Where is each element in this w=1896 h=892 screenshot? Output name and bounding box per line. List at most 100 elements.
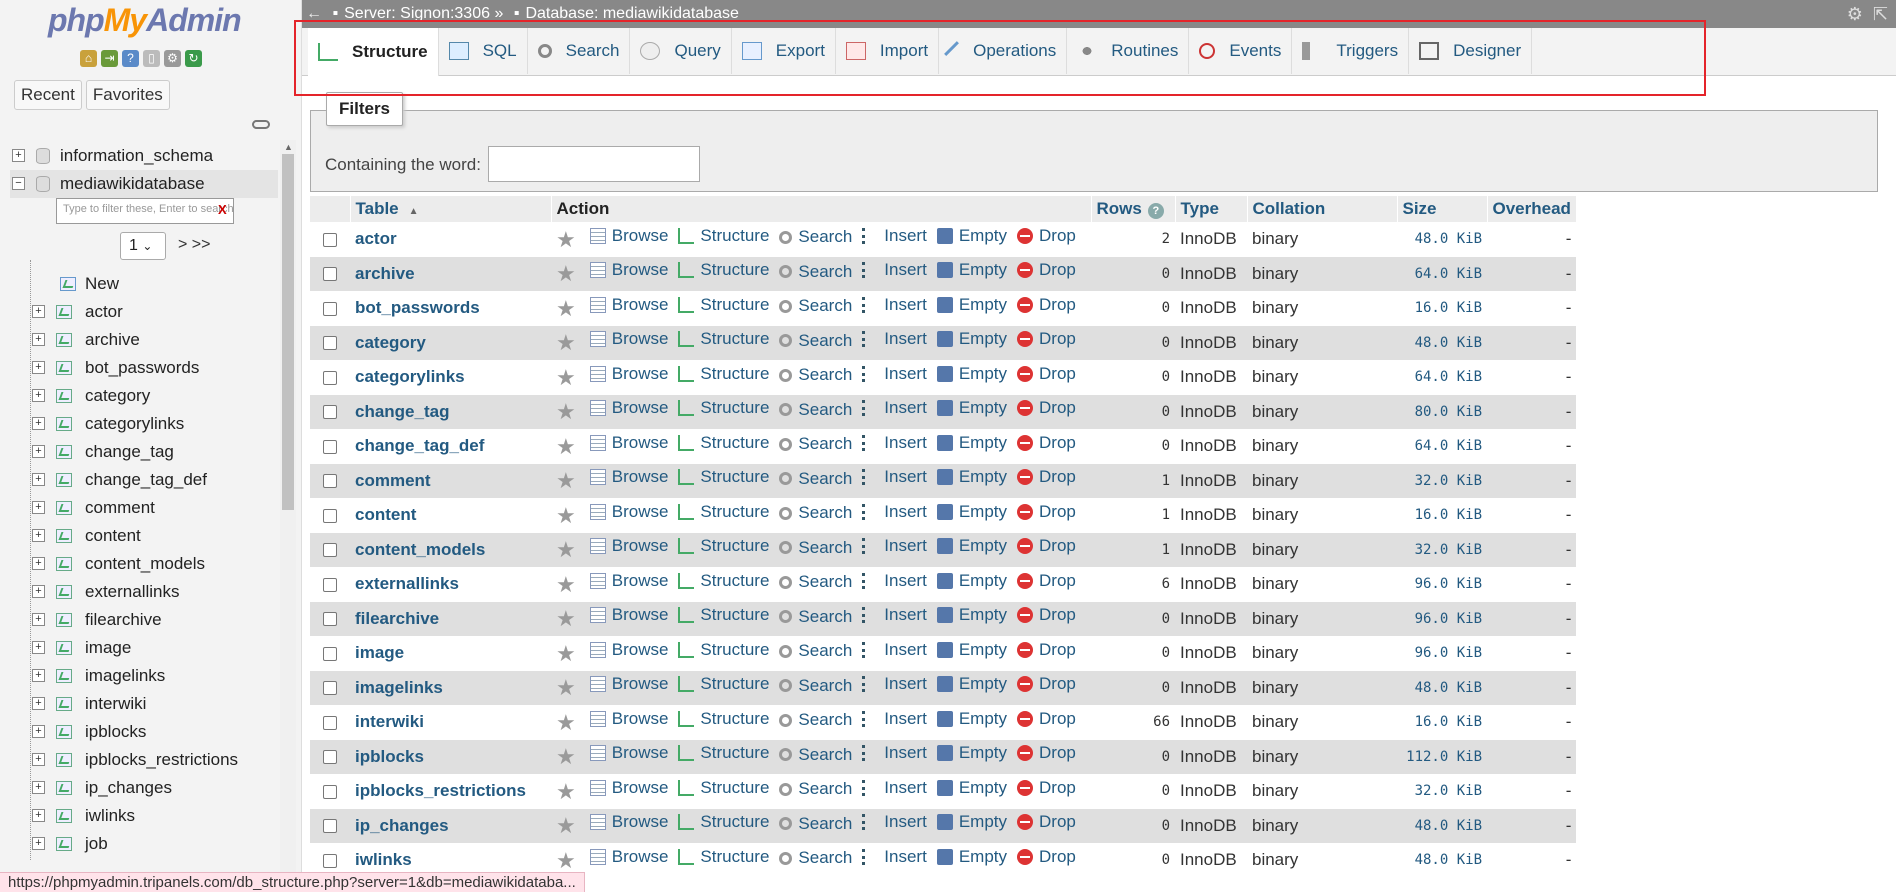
action-drop-link[interactable]: Drop (1017, 467, 1076, 487)
favorite-star-icon[interactable]: ★ (556, 434, 576, 459)
favorite-star-icon[interactable]: ★ (556, 503, 576, 528)
favorite-star-icon[interactable]: ★ (556, 296, 576, 321)
action-browse-link[interactable]: Browse (589, 433, 668, 453)
favorite-star-icon[interactable]: ★ (556, 572, 576, 597)
row-checkbox[interactable] (323, 474, 337, 489)
action-browse-link[interactable]: Browse (589, 502, 668, 522)
table-name-link[interactable]: content (350, 498, 551, 533)
collapse-top-icon[interactable]: ⇱ (1873, 4, 1888, 24)
size-value[interactable]: 64.0 KiB (1397, 429, 1487, 464)
header-size[interactable]: Size (1397, 196, 1488, 222)
tree-table-item[interactable]: + job (10, 830, 278, 858)
tab-query[interactable]: Query (630, 28, 732, 74)
tab-triggers[interactable]: Triggers (1292, 28, 1410, 74)
size-value[interactable]: 48.0 KiB (1397, 325, 1487, 360)
row-checkbox[interactable] (323, 750, 337, 765)
expand-icon[interactable]: + (32, 389, 45, 402)
action-search-link[interactable]: Search (779, 710, 852, 730)
action-drop-link[interactable]: Drop (1017, 605, 1076, 625)
action-insert-link[interactable]: Insert (862, 536, 927, 556)
action-browse-link[interactable]: Browse (589, 674, 668, 694)
row-checkbox[interactable] (323, 543, 337, 558)
tree-new[interactable]: New (10, 270, 278, 298)
expand-icon[interactable]: + (32, 333, 45, 346)
action-empty-link[interactable]: Empty (936, 778, 1007, 798)
row-checkbox[interactable] (323, 301, 337, 316)
docs-icon[interactable]: ▯ (143, 50, 160, 67)
action-drop-link[interactable]: Drop (1017, 709, 1076, 729)
action-empty-link[interactable]: Empty (936, 640, 1007, 660)
action-insert-link[interactable]: Insert (862, 433, 927, 453)
action-drop-link[interactable]: Drop (1017, 502, 1076, 522)
tab-structure[interactable]: Structure (308, 28, 439, 76)
action-drop-link[interactable]: Drop (1017, 640, 1076, 660)
action-drop-link[interactable]: Drop (1017, 364, 1076, 384)
expand-icon[interactable]: + (32, 641, 45, 654)
expand-icon[interactable]: + (32, 753, 45, 766)
action-insert-link[interactable]: Insert (862, 226, 927, 246)
action-drop-link[interactable]: Drop (1017, 295, 1076, 315)
size-value[interactable]: 96.0 KiB (1397, 601, 1487, 636)
favorites-button[interactable]: Favorites (85, 80, 170, 110)
favorite-star-icon[interactable]: ★ (556, 675, 576, 700)
action-browse-link[interactable]: Browse (589, 536, 668, 556)
action-insert-link[interactable]: Insert (862, 260, 927, 280)
size-value[interactable]: 32.0 KiB (1397, 774, 1487, 809)
size-value[interactable]: 96.0 KiB (1397, 567, 1487, 602)
action-drop-link[interactable]: Drop (1017, 226, 1076, 246)
favorite-star-icon[interactable]: ★ (556, 813, 576, 838)
favorite-star-icon[interactable]: ★ (556, 710, 576, 735)
expand-icon[interactable]: + (32, 361, 45, 374)
breadcrumb-database[interactable]: Database: mediawikidatabase (525, 5, 738, 22)
tree-table-item[interactable]: + ipblocks_restrictions (10, 746, 278, 774)
tree-table-item[interactable]: + actor (10, 298, 278, 326)
action-insert-link[interactable]: Insert (862, 502, 927, 522)
size-value[interactable]: 80.0 KiB (1397, 394, 1487, 429)
action-drop-link[interactable]: Drop (1017, 260, 1076, 280)
action-insert-link[interactable]: Insert (862, 364, 927, 384)
table-name-link[interactable]: categorylinks (350, 360, 551, 395)
expand-icon[interactable]: + (32, 837, 45, 850)
action-insert-link[interactable]: Insert (862, 295, 927, 315)
action-drop-link[interactable]: Drop (1017, 571, 1076, 591)
breadcrumb-server[interactable]: Server: Signon:3306 » (344, 5, 503, 22)
tab-routines[interactable]: Routines (1067, 28, 1190, 74)
action-empty-link[interactable]: Empty (936, 847, 1007, 867)
reload-icon[interactable]: ↻ (185, 50, 202, 67)
action-search-link[interactable]: Search (779, 641, 852, 661)
size-value[interactable]: 32.0 KiB (1397, 532, 1487, 567)
action-insert-link[interactable]: Insert (862, 812, 927, 832)
header-rows[interactable]: Rows? (1091, 196, 1176, 222)
action-structure-link[interactable]: Structure (678, 502, 769, 522)
expand-icon[interactable]: + (32, 305, 45, 318)
action-search-link[interactable]: Search (779, 572, 852, 592)
tree-table-item[interactable]: + category (10, 382, 278, 410)
action-insert-link[interactable]: Insert (862, 605, 927, 625)
action-browse-link[interactable]: Browse (589, 571, 668, 591)
table-name-link[interactable]: interwiki (350, 705, 551, 740)
row-checkbox[interactable] (323, 853, 337, 868)
favorite-star-icon[interactable]: ★ (556, 227, 576, 252)
expand-icon[interactable]: + (32, 613, 45, 626)
filter-word-input[interactable] (488, 146, 700, 182)
action-structure-link[interactable]: Structure (678, 743, 769, 763)
action-browse-link[interactable]: Browse (589, 605, 668, 625)
action-empty-link[interactable]: Empty (936, 329, 1007, 349)
action-search-link[interactable]: Search (779, 227, 852, 247)
tab-operations[interactable]: Operations (939, 28, 1068, 74)
page-select[interactable]: 1 ⌄ (120, 232, 166, 260)
logout-icon[interactable]: ⇥ (101, 50, 118, 67)
size-value[interactable]: 16.0 KiB (1397, 291, 1487, 326)
action-structure-link[interactable]: Structure (678, 295, 769, 315)
home-icon[interactable]: ⌂ (80, 50, 97, 67)
action-empty-link[interactable]: Empty (936, 812, 1007, 832)
row-checkbox[interactable] (323, 681, 337, 696)
action-structure-link[interactable]: Structure (678, 398, 769, 418)
action-insert-link[interactable]: Insert (862, 571, 927, 591)
action-browse-link[interactable]: Browse (589, 295, 668, 315)
row-checkbox[interactable] (323, 612, 337, 627)
recent-button[interactable]: Recent (14, 80, 82, 110)
table-name-link[interactable]: change_tag_def (350, 429, 551, 464)
action-structure-link[interactable]: Structure (678, 640, 769, 660)
size-value[interactable]: 48.0 KiB (1397, 808, 1487, 843)
